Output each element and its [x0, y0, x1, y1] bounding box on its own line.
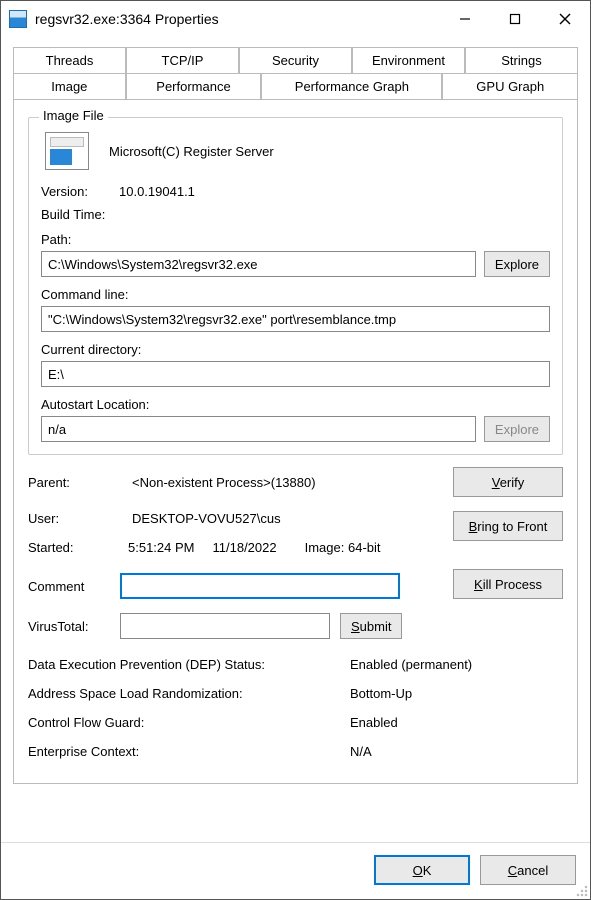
- cfg-value: Enabled: [350, 715, 398, 730]
- enterprise-row: Enterprise Context: N/A: [28, 744, 563, 759]
- image-file-legend: Image File: [39, 108, 108, 123]
- kill-process-button[interactable]: Kill Process: [453, 569, 563, 599]
- cancel-button[interactable]: Cancel: [480, 855, 576, 885]
- cwd-input[interactable]: [41, 361, 550, 387]
- image-bits: Image: 64-bit: [305, 540, 381, 555]
- started-time: 5:51:24 PM: [128, 540, 195, 555]
- tab-row-2: Image Performance Performance Graph GPU …: [13, 74, 578, 100]
- cfg-row: Control Flow Guard: Enabled: [28, 715, 563, 730]
- tab-tcpip[interactable]: TCP/IP: [126, 47, 239, 74]
- minimize-icon: [459, 13, 471, 25]
- verify-button[interactable]: Verify: [453, 467, 563, 497]
- autostart-input[interactable]: [41, 416, 476, 442]
- path-group: Path: Explore: [41, 232, 550, 277]
- autostart-label: Autostart Location:: [41, 397, 550, 412]
- tab-environment[interactable]: Environment: [352, 47, 465, 74]
- version-label: Version:: [41, 184, 119, 199]
- app-icon: [9, 10, 27, 28]
- tab-image[interactable]: Image: [13, 74, 126, 100]
- dep-value: Enabled (permanent): [350, 657, 472, 672]
- executable-icon: [45, 132, 89, 170]
- parent-label: Parent:: [28, 475, 122, 490]
- submit-button[interactable]: Submit: [340, 613, 402, 639]
- user-value: DESKTOP-VOVU527\cus: [132, 511, 433, 526]
- enterprise-label: Enterprise Context:: [28, 744, 350, 759]
- tab-strings[interactable]: Strings: [465, 47, 578, 74]
- tab-pane-image: Image File Microsoft(C) Register Server …: [13, 99, 578, 784]
- resize-grip-icon[interactable]: [576, 885, 588, 897]
- file-description-row: Microsoft(C) Register Server: [41, 132, 550, 170]
- dep-row: Data Execution Prevention (DEP) Status: …: [28, 657, 563, 672]
- close-button[interactable]: [540, 1, 590, 37]
- version-row: Version: 10.0.19041.1: [41, 184, 550, 199]
- virustotal-label: VirusTotal:: [28, 619, 110, 634]
- tab-row-1: Threads TCP/IP Security Environment Stri…: [13, 47, 578, 74]
- cwd-group: Current directory:: [41, 342, 550, 387]
- window-title: regsvr32.exe:3364 Properties: [35, 11, 440, 27]
- image-file-group: Image File Microsoft(C) Register Server …: [28, 117, 563, 455]
- maximize-icon: [509, 13, 521, 25]
- comment-label: Comment: [28, 579, 110, 594]
- started-date: 11/18/2022: [213, 540, 277, 555]
- build-time-row: Build Time:: [41, 207, 550, 222]
- virustotal-row: VirusTotal: Submit: [28, 613, 563, 639]
- started-row: Started: 5:51:24 PM 11/18/2022 Image: 64…: [28, 540, 433, 555]
- virustotal-input[interactable]: [120, 613, 330, 639]
- titlebar: regsvr32.exe:3364 Properties: [1, 1, 590, 37]
- tab-control: Threads TCP/IP Security Environment Stri…: [13, 47, 578, 785]
- details-grid: Parent: <Non-existent Process>(13880) Ve…: [28, 467, 563, 599]
- properties-window: regsvr32.exe:3364 Properties Threads TCP…: [0, 0, 591, 900]
- enterprise-value: N/A: [350, 744, 372, 759]
- cmdline-input[interactable]: [41, 306, 550, 332]
- path-input[interactable]: [41, 251, 476, 277]
- cmdline-label: Command line:: [41, 287, 550, 302]
- tab-performance[interactable]: Performance: [126, 74, 262, 100]
- tab-threads[interactable]: Threads: [13, 47, 126, 74]
- version-value: 10.0.19041.1: [119, 184, 195, 199]
- tab-security[interactable]: Security: [239, 47, 352, 74]
- explore-path-button[interactable]: Explore: [484, 251, 550, 277]
- content-area: Threads TCP/IP Security Environment Stri…: [1, 37, 590, 842]
- dialog-footer: OK Cancel: [1, 842, 590, 899]
- dep-label: Data Execution Prevention (DEP) Status:: [28, 657, 350, 672]
- explore-autostart-button: Explore: [484, 416, 550, 442]
- cwd-label: Current directory:: [41, 342, 550, 357]
- autostart-group: Autostart Location: Explore: [41, 397, 550, 442]
- cfg-label: Control Flow Guard:: [28, 715, 350, 730]
- minimize-button[interactable]: [440, 1, 490, 37]
- maximize-button[interactable]: [490, 1, 540, 37]
- parent-value: <Non-existent Process>(13880): [132, 475, 433, 490]
- aslr-label: Address Space Load Randomization:: [28, 686, 350, 701]
- cmdline-group: Command line:: [41, 287, 550, 332]
- user-label: User:: [28, 511, 122, 526]
- file-description: Microsoft(C) Register Server: [109, 144, 274, 159]
- aslr-row: Address Space Load Randomization: Bottom…: [28, 686, 563, 701]
- close-icon: [559, 13, 571, 25]
- started-label: Started:: [28, 540, 110, 555]
- tab-gpu-graph[interactable]: GPU Graph: [442, 74, 578, 100]
- aslr-value: Bottom-Up: [350, 686, 412, 701]
- bring-to-front-button[interactable]: Bring to Front: [453, 511, 563, 541]
- path-label: Path:: [41, 232, 550, 247]
- ok-button[interactable]: OK: [374, 855, 470, 885]
- build-time-label: Build Time:: [41, 207, 119, 222]
- comment-input[interactable]: [120, 573, 400, 599]
- titlebar-buttons: [440, 1, 590, 37]
- security-list: Data Execution Prevention (DEP) Status: …: [28, 657, 563, 759]
- tab-performance-graph[interactable]: Performance Graph: [261, 74, 442, 100]
- comment-row: Comment: [28, 573, 433, 599]
